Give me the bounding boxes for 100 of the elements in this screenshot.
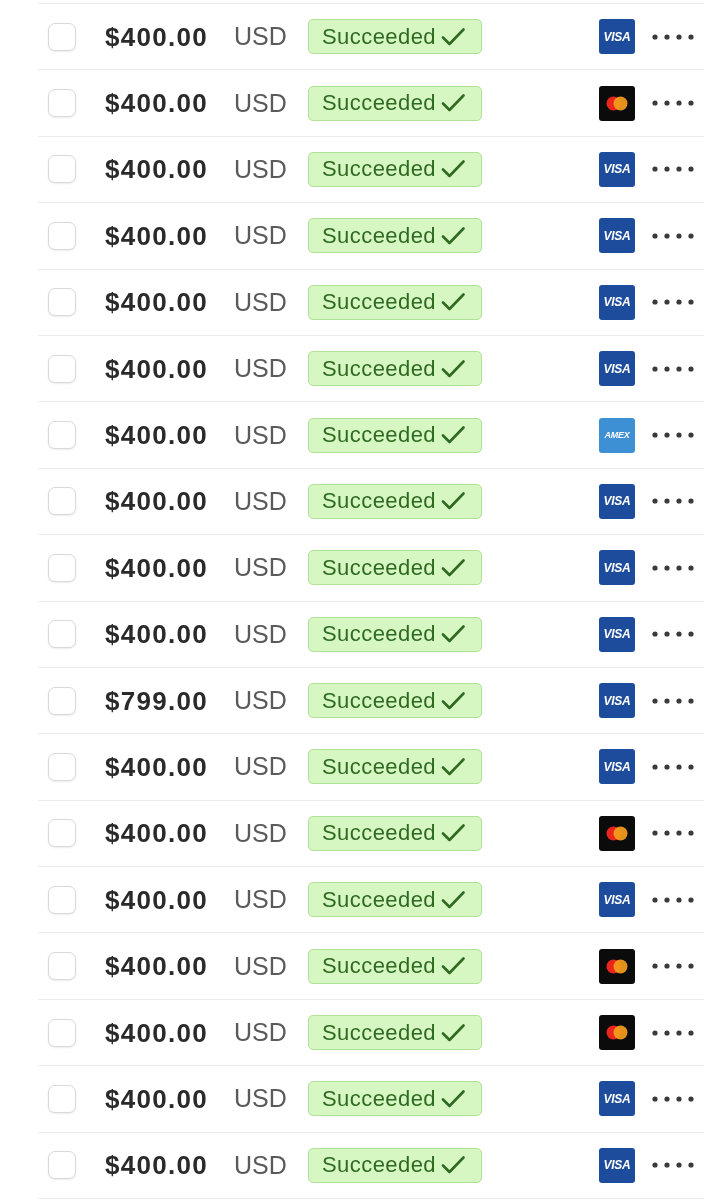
more-icon[interactable] bbox=[652, 498, 694, 505]
row-checkbox[interactable] bbox=[48, 89, 76, 118]
status-text: Succeeded bbox=[322, 357, 437, 380]
more-icon[interactable] bbox=[652, 631, 694, 638]
amount-text: $400.00 bbox=[105, 422, 210, 449]
row-checkbox[interactable] bbox=[48, 354, 76, 383]
currency-text: USD bbox=[234, 887, 288, 913]
card-brand-logo: VISA bbox=[599, 749, 635, 785]
row-checkbox[interactable] bbox=[48, 421, 76, 450]
amount-text: $400.00 bbox=[105, 90, 210, 117]
check-icon bbox=[441, 690, 466, 711]
card-brand-logo: VISA bbox=[599, 550, 635, 586]
row-checkbox[interactable] bbox=[48, 1018, 76, 1047]
more-icon[interactable] bbox=[652, 432, 694, 439]
card-brand-logo: VISA bbox=[599, 284, 635, 320]
amount-text: $400.00 bbox=[105, 1019, 210, 1046]
check-icon bbox=[441, 1022, 466, 1043]
check-icon bbox=[441, 557, 466, 578]
check-icon bbox=[441, 159, 466, 180]
status-text: Succeeded bbox=[322, 556, 437, 579]
card-brand-logo: VISA bbox=[599, 483, 635, 519]
amount-text: $799.00 bbox=[105, 687, 210, 714]
card-brand-logo: VISA bbox=[599, 1081, 635, 1117]
currency-text: USD bbox=[234, 24, 288, 50]
check-icon bbox=[441, 225, 466, 246]
check-icon bbox=[441, 93, 466, 114]
more-icon[interactable] bbox=[652, 963, 694, 970]
status-text: Succeeded bbox=[322, 25, 437, 48]
more-icon[interactable] bbox=[652, 365, 694, 372]
currency-text: USD bbox=[234, 156, 288, 182]
amount-text: $400.00 bbox=[105, 1152, 210, 1179]
more-icon[interactable] bbox=[652, 100, 694, 107]
currency-text: USD bbox=[234, 555, 288, 581]
amount-text: $400.00 bbox=[105, 886, 210, 913]
currency-text: USD bbox=[234, 356, 288, 382]
more-icon[interactable] bbox=[652, 33, 694, 40]
more-icon[interactable] bbox=[652, 299, 694, 306]
currency-text: USD bbox=[234, 488, 288, 514]
check-icon bbox=[441, 425, 466, 446]
more-icon[interactable] bbox=[652, 1162, 694, 1169]
amount-text: $400.00 bbox=[105, 156, 210, 183]
status-text: Succeeded bbox=[322, 1087, 437, 1110]
row-checkbox[interactable] bbox=[48, 753, 76, 781]
card-brand-logo: VISA bbox=[599, 1147, 635, 1183]
row-checkbox[interactable] bbox=[48, 22, 76, 51]
amount-text: $400.00 bbox=[105, 289, 210, 316]
amount-text: $400.00 bbox=[105, 953, 210, 980]
row-checkbox[interactable] bbox=[48, 1084, 76, 1113]
row-checkbox[interactable] bbox=[48, 221, 76, 250]
more-icon[interactable] bbox=[652, 830, 694, 837]
status-text: Succeeded bbox=[322, 224, 437, 247]
currency-text: USD bbox=[234, 289, 288, 315]
row-checkbox[interactable] bbox=[48, 155, 76, 184]
more-icon[interactable] bbox=[652, 166, 694, 173]
card-brand-icon bbox=[599, 815, 635, 851]
amount-text: $400.00 bbox=[105, 554, 210, 581]
row-checkbox[interactable] bbox=[48, 553, 76, 582]
more-icon[interactable] bbox=[652, 232, 694, 239]
currency-text: USD bbox=[234, 754, 288, 780]
card-brand-icon bbox=[599, 1015, 635, 1051]
more-icon[interactable] bbox=[652, 697, 694, 704]
currency-text: USD bbox=[234, 422, 288, 448]
row-checkbox[interactable] bbox=[48, 1151, 76, 1180]
card-brand-logo: VISA bbox=[599, 351, 635, 387]
more-icon[interactable] bbox=[652, 764, 694, 770]
status-text: Succeeded bbox=[322, 955, 437, 978]
currency-text: USD bbox=[234, 688, 288, 714]
check-icon bbox=[441, 1088, 466, 1109]
check-icon bbox=[441, 292, 466, 313]
currency-text: USD bbox=[234, 621, 288, 647]
amount-text: $400.00 bbox=[105, 222, 210, 249]
row-checkbox[interactable] bbox=[48, 952, 76, 981]
more-icon[interactable] bbox=[652, 1095, 694, 1102]
more-icon[interactable] bbox=[652, 564, 694, 571]
check-icon bbox=[441, 491, 466, 512]
row-checkbox[interactable] bbox=[48, 819, 76, 848]
status-text: Succeeded bbox=[322, 92, 437, 115]
status-text: Succeeded bbox=[322, 888, 437, 911]
currency-text: USD bbox=[234, 1152, 288, 1178]
more-icon[interactable] bbox=[652, 896, 694, 903]
status-text: Succeeded bbox=[322, 623, 437, 646]
currency-text: USD bbox=[234, 1086, 288, 1112]
card-brand-icon bbox=[599, 85, 635, 121]
check-icon bbox=[441, 956, 466, 977]
amount-text: $400.00 bbox=[105, 1085, 210, 1112]
status-text: Succeeded bbox=[322, 1154, 437, 1177]
card-brand-logo: VISA bbox=[599, 683, 635, 719]
currency-text: USD bbox=[234, 90, 288, 116]
status-text: Succeeded bbox=[322, 424, 437, 447]
card-brand-logo: VISA bbox=[599, 151, 635, 187]
currency-text: USD bbox=[234, 953, 288, 979]
row-checkbox[interactable] bbox=[48, 686, 76, 715]
status-text: Succeeded bbox=[322, 689, 437, 712]
currency-text: USD bbox=[234, 820, 288, 846]
row-checkbox[interactable] bbox=[48, 885, 76, 914]
status-text: Succeeded bbox=[322, 291, 437, 314]
row-checkbox[interactable] bbox=[48, 288, 76, 317]
row-checkbox[interactable] bbox=[48, 487, 76, 516]
more-icon[interactable] bbox=[652, 1029, 694, 1036]
row-checkbox[interactable] bbox=[48, 620, 76, 649]
